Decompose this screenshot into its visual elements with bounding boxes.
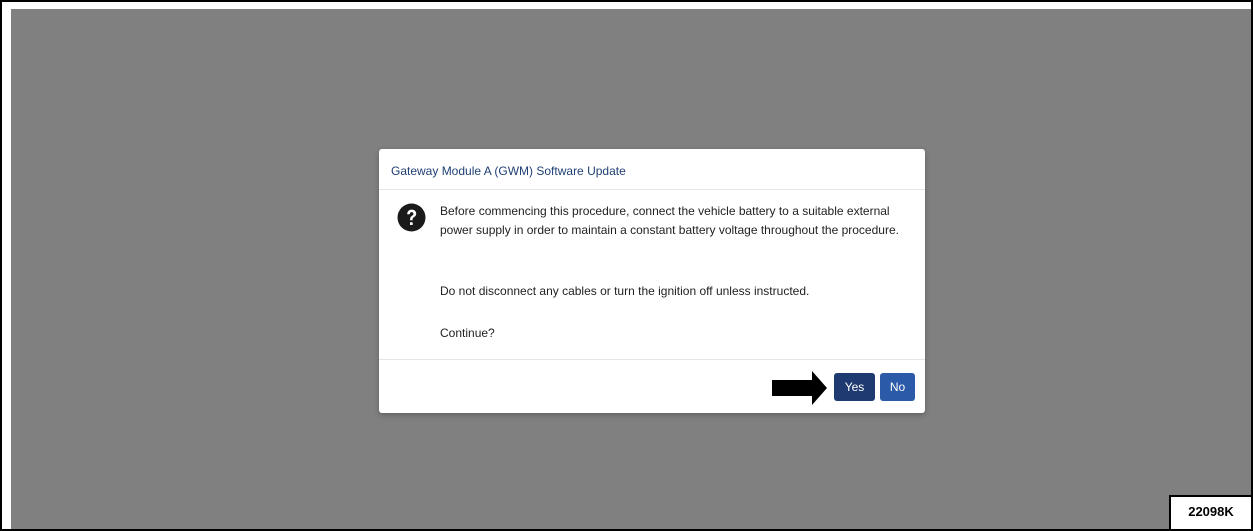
software-update-dialog: Gateway Module A (GWM) Software Update B…: [379, 149, 925, 413]
figure-frame: Gateway Module A (GWM) Software Update B…: [0, 0, 1253, 531]
question-circle-icon: [397, 203, 426, 232]
dialog-body: Before commencing this procedure, connec…: [379, 190, 925, 360]
dialog-header: Gateway Module A (GWM) Software Update: [379, 149, 925, 190]
no-button[interactable]: No: [880, 373, 915, 401]
power-supply-message: Before commencing this procedure, connec…: [440, 204, 899, 237]
yes-button[interactable]: Yes: [834, 373, 875, 401]
right-arrow-icon: [772, 371, 827, 405]
dialog-title: Gateway Module A (GWM) Software Update: [391, 164, 626, 178]
ignition-warning-message: Do not disconnect any cables or turn the…: [440, 284, 810, 298]
continue-prompt: Continue?: [440, 326, 495, 340]
dialog-footer: Yes No: [379, 360, 925, 413]
figure-id-label: 22098K: [1169, 495, 1251, 529]
